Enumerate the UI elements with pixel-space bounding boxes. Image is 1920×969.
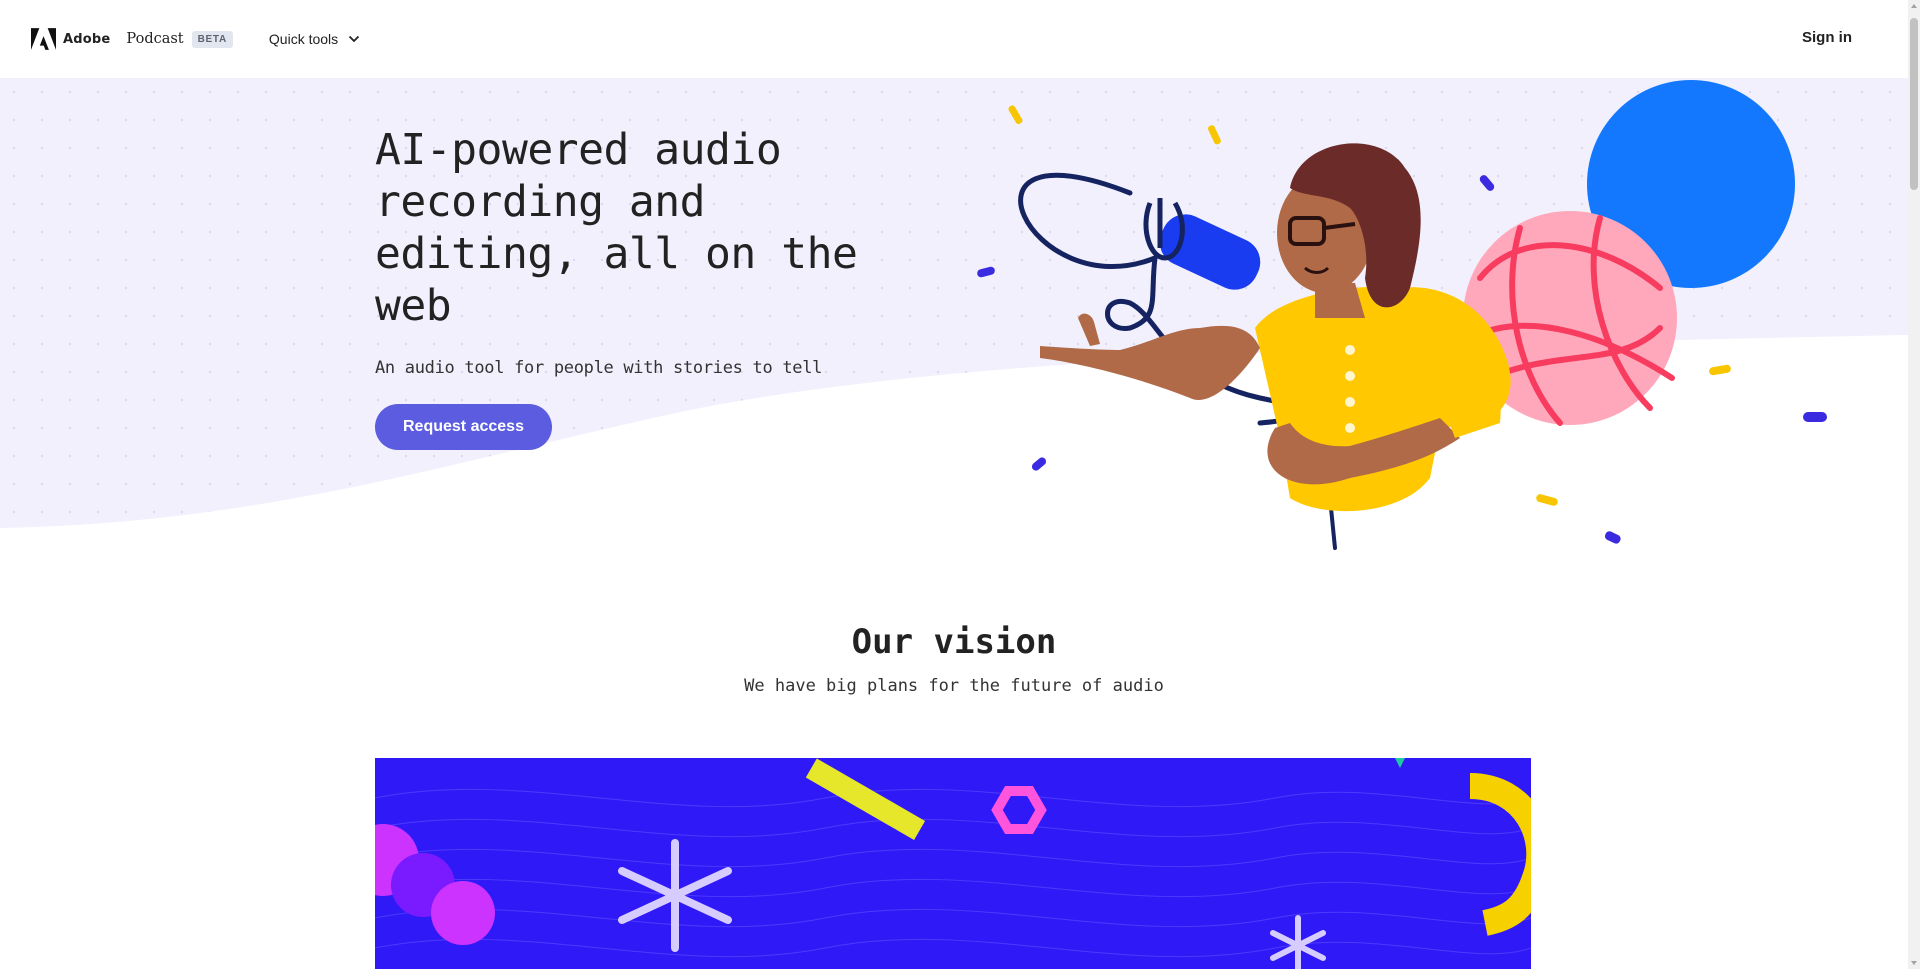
quick-tools-label: Quick tools (268, 31, 339, 47)
top-nav: Adobe Podcast BETA Quick tools Sign in (0, 0, 1908, 78)
adobe-logo[interactable]: Adobe (31, 28, 110, 50)
adobe-logo-icon (31, 28, 56, 50)
scroll-up-icon[interactable] (1911, 4, 1917, 8)
request-access-button[interactable]: Request access (375, 404, 552, 450)
vision-title: Our vision (851, 622, 1057, 662)
page-scrollbar[interactable] (1908, 0, 1920, 969)
hero-subtitle: An audio tool for people with stories to… (375, 358, 823, 378)
hero-illustration (977, 80, 1827, 550)
hero-title: AI-powered audio recording and editing, … (375, 125, 858, 331)
brand-name: Adobe (63, 31, 111, 47)
quick-tools-menu[interactable]: Quick tools (269, 31, 360, 47)
chevron-down-icon (349, 35, 360, 43)
product-name[interactable]: Podcast (126, 31, 183, 47)
sign-in-link[interactable]: Sign in (1802, 29, 1852, 46)
hero-content: AI-powered audio recording and editing, … (375, 124, 905, 450)
podcaster-figure (1040, 143, 1511, 512)
scroll-down-icon[interactable] (1911, 961, 1917, 965)
beta-badge: BETA (191, 30, 233, 48)
vision-subtitle: We have big plans for the future of audi… (744, 676, 1164, 696)
scrollbar-thumb[interactable] (1910, 18, 1918, 190)
vision-banner (375, 758, 1531, 969)
